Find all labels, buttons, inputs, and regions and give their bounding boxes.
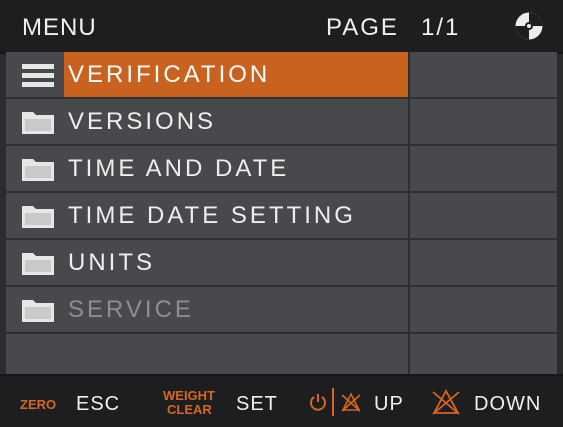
list-icon xyxy=(22,64,54,87)
list-item-main-cell: TIME AND DATE xyxy=(6,146,410,191)
list-item-units[interactable]: UNITS xyxy=(6,240,557,287)
list-item-main-cell xyxy=(6,334,410,374)
folder-icon xyxy=(22,253,54,275)
page-label: PAGE xyxy=(326,14,399,41)
list-item-label: UNITS xyxy=(68,249,155,276)
tare-icon xyxy=(432,389,460,415)
list-item-value-cell xyxy=(410,146,557,191)
list-item-empty xyxy=(6,334,557,374)
list-item-value-cell xyxy=(410,334,557,374)
set-label: SET xyxy=(236,393,278,415)
list-item-label: TIME DATE SETTING xyxy=(68,202,356,229)
set-softkey[interactable]: WEIGHT CLEAR SET xyxy=(163,376,283,427)
page-number: 1/1 xyxy=(421,14,461,41)
weight-key-label: WEIGHT xyxy=(163,388,215,403)
list-item-main-cell: UNITS xyxy=(6,240,410,285)
folder-icon xyxy=(22,159,54,181)
menu-list: VERIFICATION VERSIONS TIME AND DATE TIME… xyxy=(6,52,557,374)
esc-softkey[interactable]: ZERO ESC xyxy=(18,376,138,427)
list-item-verification[interactable]: VERIFICATION xyxy=(6,52,557,99)
esc-label: ESC xyxy=(76,393,121,415)
softkey-bar: ZERO ESC WEIGHT CLEAR SET UP DOWN xyxy=(0,374,563,427)
folder-icon xyxy=(22,206,54,228)
list-item-label: TIME AND DATE xyxy=(68,155,290,182)
folder-icon xyxy=(22,300,54,322)
down-softkey[interactable]: DOWN xyxy=(430,376,555,427)
tare-cross-icon xyxy=(341,392,361,412)
disc-icon xyxy=(515,12,543,40)
list-item-value-cell xyxy=(410,52,557,97)
list-item-time-date-setting[interactable]: TIME DATE SETTING xyxy=(6,193,557,240)
header-bar: MENU PAGE 1/1 xyxy=(0,0,563,54)
menu-title: MENU xyxy=(22,14,97,41)
list-item-service[interactable]: SERVICE xyxy=(6,287,557,334)
list-item-label: VERSIONS xyxy=(68,108,217,135)
list-item-main-cell: VERIFICATION xyxy=(6,52,410,97)
list-item-value-cell xyxy=(410,193,557,238)
zero-key-label: ZERO xyxy=(20,397,57,412)
list-item-main-cell: SERVICE xyxy=(6,287,410,332)
list-item-label: VERIFICATION xyxy=(68,61,271,88)
folder-icon xyxy=(22,112,54,134)
list-item-value-cell xyxy=(410,287,557,332)
power-icon xyxy=(310,394,326,411)
clear-key-label: CLEAR xyxy=(167,402,212,417)
menu-screen: MENU PAGE 1/1 VERIFICATION VERSIONS TIME… xyxy=(0,0,563,427)
key-divider xyxy=(332,388,334,416)
list-item-label: SERVICE xyxy=(68,296,194,323)
down-label: DOWN xyxy=(474,393,542,415)
up-label: UP xyxy=(374,393,404,415)
list-item-value-cell xyxy=(410,99,557,144)
list-item-main-cell: VERSIONS xyxy=(6,99,410,144)
list-item-value-cell xyxy=(410,240,557,285)
list-item-main-cell: TIME DATE SETTING xyxy=(6,193,410,238)
list-item-time-and-date[interactable]: TIME AND DATE xyxy=(6,146,557,193)
list-item-versions[interactable]: VERSIONS xyxy=(6,99,557,146)
up-softkey[interactable]: UP xyxy=(308,376,418,427)
